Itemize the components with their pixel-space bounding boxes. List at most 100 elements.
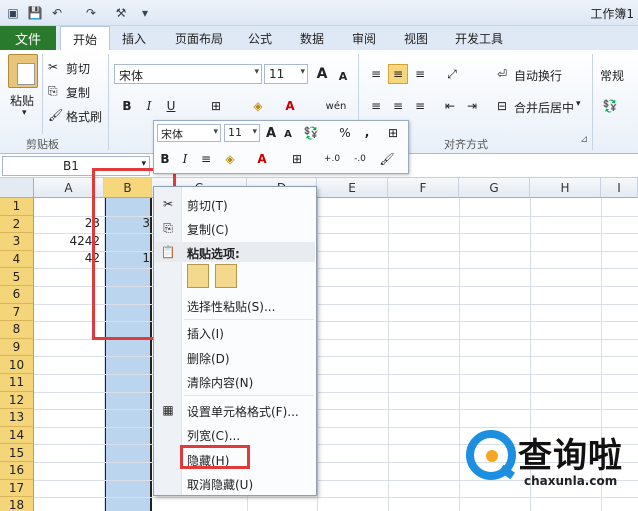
row-header[interactable]: 7 — [0, 303, 34, 322]
mini-shrink-font-button[interactable]: A — [282, 125, 294, 143]
tab-page-layout[interactable]: 页面布局 — [164, 26, 234, 50]
paste-dropdown-icon[interactable]: ▾ — [22, 108, 27, 118]
column-header-g[interactable]: G — [459, 178, 530, 198]
font-name-select[interactable]: 宋体 ▾ — [114, 64, 262, 84]
row-header[interactable]: 15 — [0, 444, 34, 462]
borders-icon[interactable]: ⊞ — [206, 96, 226, 116]
column-header-e[interactable]: E — [317, 178, 388, 198]
shrink-font-button[interactable]: A — [336, 66, 350, 86]
tab-formulas[interactable]: 公式 — [240, 26, 280, 50]
wrap-text-button[interactable]: 自动换行 — [514, 67, 562, 84]
mini-font-color-icon[interactable]: A — [254, 150, 270, 168]
row-header[interactable]: 17 — [0, 479, 34, 498]
mini-italic-button[interactable]: I — [178, 150, 192, 168]
mini-increase-decimal-button[interactable]: +.0 — [320, 150, 344, 168]
row-header[interactable]: 8 — [0, 321, 34, 339]
mini-font-name-select[interactable]: 宋体 ▾ — [157, 124, 221, 142]
mini-percent-button[interactable]: % — [338, 124, 352, 142]
grow-font-button[interactable]: A — [314, 64, 330, 84]
column-header-f[interactable]: F — [388, 178, 459, 198]
quick-access-dropdown-icon[interactable]: ▾ — [136, 4, 154, 22]
increase-indent-icon[interactable]: ⇥ — [462, 96, 482, 116]
column-header-h[interactable]: H — [530, 178, 601, 198]
menu-item-copy[interactable]: 复制(C) — [187, 221, 229, 238]
align-right-icon[interactable]: ≡ — [410, 96, 430, 116]
cell-a3[interactable]: 4242 — [40, 234, 100, 248]
font-color-icon[interactable]: A — [280, 96, 300, 116]
mini-borders-icon[interactable]: ⊞ — [288, 150, 306, 168]
menu-item-insert[interactable]: 插入(I) — [187, 325, 224, 342]
redo-icon[interactable]: ↷ — [82, 4, 100, 22]
align-center-icon[interactable]: ≡ — [388, 96, 408, 116]
mini-grow-font-button[interactable]: A — [264, 124, 278, 142]
mini-fill-color-icon[interactable]: ◈ — [220, 150, 240, 168]
copy-button[interactable]: 复制 — [66, 84, 90, 101]
menu-item-cut[interactable]: 剪切(T) — [187, 197, 228, 214]
row-header[interactable]: 5 — [0, 268, 34, 286]
row-header[interactable]: 12 — [0, 391, 34, 410]
italic-button[interactable]: I — [140, 96, 158, 116]
tab-data[interactable]: 数据 — [292, 26, 332, 50]
mini-format-painter-icon[interactable]: 🖌 — [378, 150, 396, 168]
merge-dropdown-icon[interactable]: ▾ — [576, 99, 581, 109]
cell-a2[interactable]: 23 — [40, 216, 100, 230]
row-header[interactable]: 9 — [0, 338, 34, 357]
align-bottom-icon[interactable]: ≡ — [410, 64, 430, 84]
currency-icon[interactable]: 💱 — [600, 96, 620, 116]
mini-bold-button[interactable]: B — [158, 150, 172, 168]
merge-center-button[interactable]: 合并后居中 — [514, 99, 574, 116]
menu-item-clear-contents[interactable]: 清除内容(N) — [187, 374, 253, 391]
row-header[interactable]: 4 — [0, 250, 34, 269]
mini-decrease-decimal-button[interactable]: -.0 — [348, 150, 372, 168]
menu-item-format-cells[interactable]: 设置单元格格式(F)... — [187, 403, 299, 420]
undo-icon[interactable]: ↶ — [48, 4, 66, 22]
tab-developer[interactable]: 开发工具 — [446, 26, 512, 50]
mini-align-center-icon[interactable]: ≡ — [198, 150, 214, 168]
row-header[interactable]: 2 — [0, 215, 34, 234]
mini-comma-button[interactable]: , — [362, 123, 372, 141]
paste-icon[interactable] — [8, 54, 38, 88]
tab-file[interactable]: 文件 — [0, 26, 56, 50]
align-left-icon[interactable]: ≡ — [366, 96, 386, 116]
row-header[interactable]: 3 — [0, 233, 34, 251]
menu-item-paste-special[interactable]: 选择性粘贴(S)... — [187, 298, 275, 315]
tab-home[interactable]: 开始 — [60, 26, 110, 51]
row-header[interactable]: 16 — [0, 462, 34, 480]
align-middle-icon[interactable]: ≡ — [388, 64, 408, 84]
row-header[interactable]: 13 — [0, 409, 34, 427]
save-icon[interactable]: 💾 — [26, 4, 44, 22]
row-header[interactable]: 18 — [0, 497, 34, 511]
mini-currency-icon[interactable]: 💱 — [300, 124, 322, 142]
row-header[interactable]: 11 — [0, 374, 34, 392]
row-header[interactable]: 1 — [0, 198, 34, 216]
row-header[interactable]: 14 — [0, 426, 34, 445]
dialog-launcher-icon[interactable]: ⊿ — [580, 134, 588, 145]
mini-format-icon[interactable]: ⊞ — [382, 124, 404, 142]
menu-item-delete[interactable]: 删除(D) — [187, 350, 230, 367]
select-all-corner[interactable] — [0, 178, 34, 198]
tab-view[interactable]: 视图 — [396, 26, 436, 50]
tab-insert[interactable]: 插入 — [112, 26, 156, 50]
customize-icon[interactable]: ⚒ — [112, 4, 130, 22]
decrease-indent-icon[interactable]: ⇤ — [440, 96, 460, 116]
cut-button[interactable]: 剪切 — [66, 60, 90, 77]
orientation-icon[interactable]: ⤢ — [440, 64, 464, 84]
bold-button[interactable]: B — [118, 96, 136, 116]
tab-review[interactable]: 审阅 — [344, 26, 384, 50]
menu-item-unhide[interactable]: 取消隐藏(U) — [187, 476, 253, 493]
menu-item-column-width[interactable]: 列宽(C)... — [187, 427, 240, 444]
paste-values-icon[interactable] — [215, 264, 237, 288]
paste-button[interactable]: 粘贴 — [10, 92, 34, 109]
number-format-select[interactable]: 常规 — [600, 67, 624, 84]
row-header[interactable]: 10 — [0, 356, 34, 374]
font-size-select[interactable]: 11 ▾ — [264, 64, 308, 84]
underline-button[interactable]: U — [162, 96, 180, 116]
format-painter-button[interactable]: 格式刷 — [66, 108, 102, 125]
align-top-icon[interactable]: ≡ — [366, 64, 386, 84]
phonetic-button[interactable]: wén — [322, 96, 350, 116]
paste-keep-format-icon[interactable] — [187, 264, 209, 288]
fill-color-icon[interactable]: ◈ — [248, 96, 268, 116]
row-header[interactable]: 6 — [0, 286, 34, 304]
cell-a4[interactable]: 42 — [40, 251, 100, 265]
mini-font-size-select[interactable]: 11 ▾ — [224, 124, 260, 142]
